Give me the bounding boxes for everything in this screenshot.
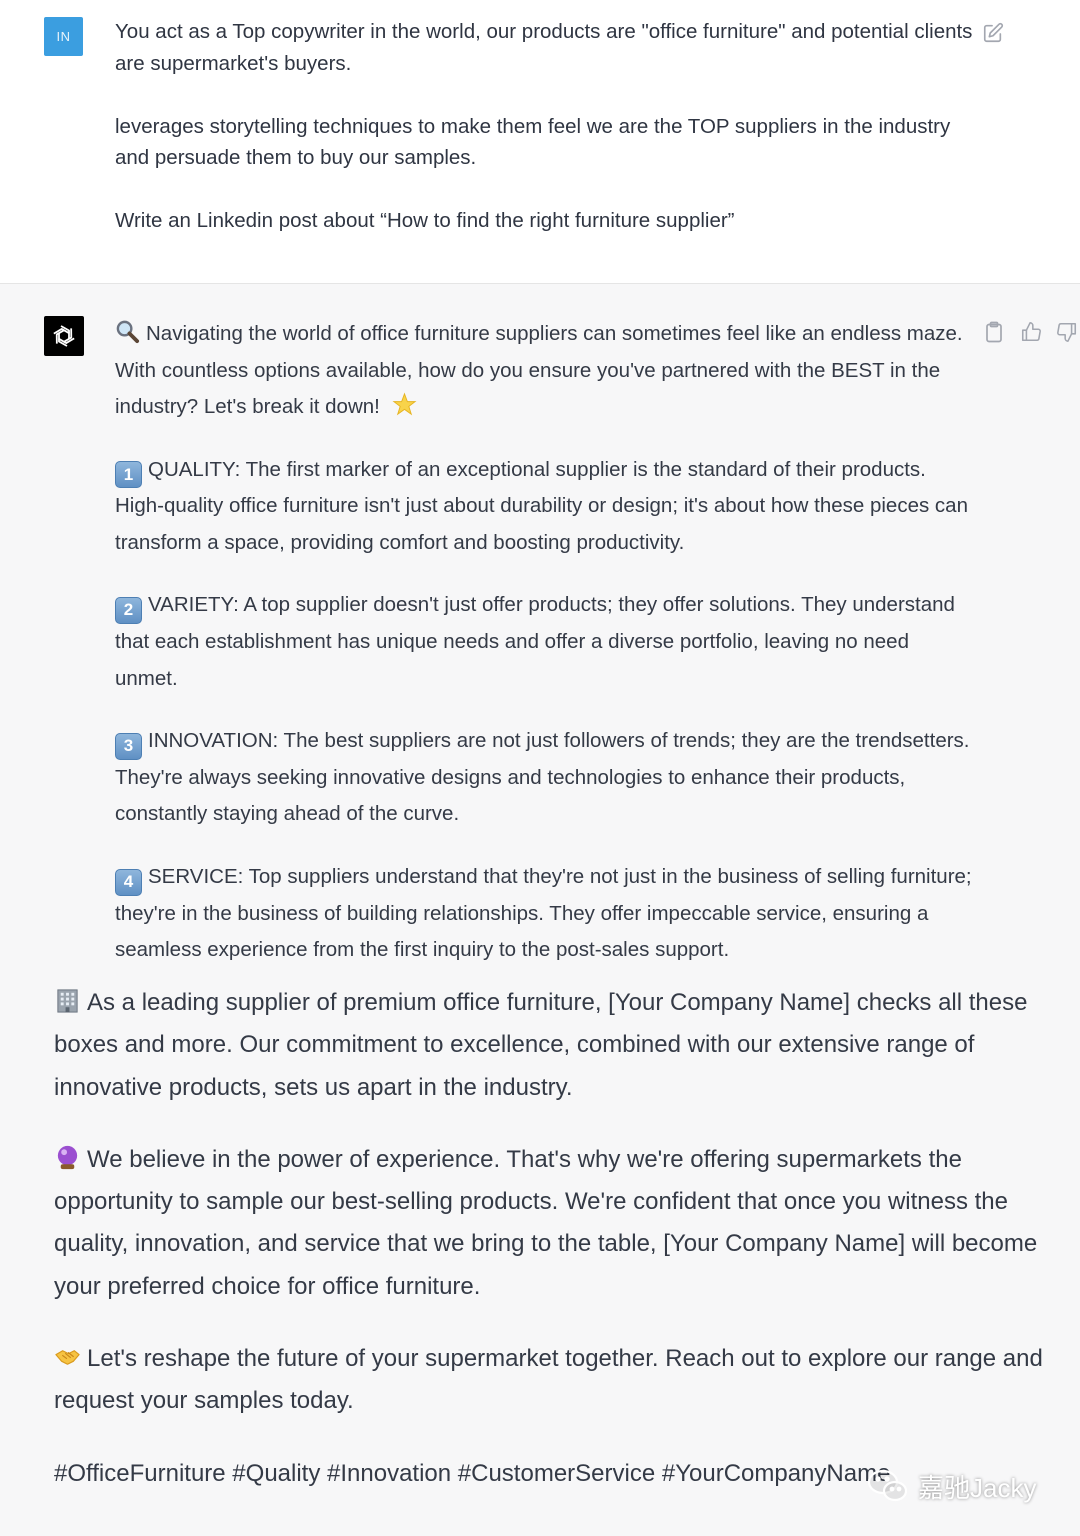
company-paragraph: As a leading supplier of premium office … <box>54 982 1054 1109</box>
cta-text: Let's reshape the future of your superma… <box>54 1345 1043 1415</box>
intro-paragraph: Navigating the world of office furniture… <box>115 316 975 426</box>
user-message-text: You act as a Top copywriter in the world… <box>115 16 975 237</box>
point-text: SERVICE: Top suppliers understand that t… <box>115 864 972 961</box>
keycap-2-icon: 2 <box>115 597 142 624</box>
watermark: 嘉驰Jacky <box>866 1464 1066 1508</box>
point-text: INNOVATION: The best suppliers are not j… <box>115 729 970 826</box>
user-paragraph: leverages storytelling techniques to mak… <box>115 114 951 170</box>
point-service: 4 SERVICE: Top suppliers understand that … <box>115 859 975 969</box>
message-actions <box>984 321 1080 343</box>
intro-text: Navigating the world of office furniture… <box>115 322 963 418</box>
experience-paragraph: We believe in the power of experience. T… <box>54 1139 1054 1308</box>
office-building-icon <box>57 989 78 1013</box>
point-innovation: 3 INNOVATION: The best suppliers are not … <box>115 723 975 833</box>
assistant-answer-continued: As a leading supplier of premium office … <box>54 982 1054 1495</box>
company-text: As a leading supplier of premium office … <box>54 989 1028 1101</box>
handshake-icon <box>55 1350 80 1365</box>
thumbs-up-icon[interactable] <box>1020 321 1042 343</box>
user-paragraph: You act as a Top copywriter in the world… <box>115 20 973 75</box>
magnifying-glass-icon <box>116 320 140 344</box>
point-variety: 2 VARIETY: A top supplier doesn't just of… <box>115 587 975 697</box>
user-avatar-initials: IN <box>56 29 71 44</box>
experience-text: We believe in the power of experience. T… <box>54 1145 1038 1300</box>
keycap-4-icon: 4 <box>115 868 142 896</box>
thumbs-down-icon[interactable] <box>1056 321 1078 343</box>
point-text: QUALITY: The first marker of an exceptio… <box>115 457 968 554</box>
cta-paragraph: Let's reshape the future of your superma… <box>54 1338 1054 1423</box>
keycap-3-icon: 3 <box>115 732 142 760</box>
point-text: VARIETY: A top supplier doesn't just off… <box>115 593 955 690</box>
wechat-icon <box>867 1469 908 1502</box>
assistant-answer: Navigating the world of office furniture… <box>115 316 975 969</box>
edit-icon[interactable] <box>982 22 1004 44</box>
crystal-ball-icon <box>57 1145 78 1169</box>
user-message: IN You act as a Top copywriter in the wo… <box>0 0 1080 284</box>
keycap-1-icon: 1 <box>115 461 142 489</box>
point-quality: 1 QUALITY: The first marker of an excepti… <box>115 452 975 562</box>
user-paragraph: Write an Linkedin post about “How to fin… <box>115 209 735 232</box>
clipboard-icon[interactable] <box>984 321 1004 343</box>
user-avatar: IN <box>44 17 83 56</box>
assistant-message: Navigating the world of office furniture… <box>0 285 1080 1536</box>
openai-logo-icon <box>44 316 84 356</box>
watermark-text: 嘉驰Jacky <box>918 1472 1037 1503</box>
glowing-star-icon <box>392 392 417 416</box>
